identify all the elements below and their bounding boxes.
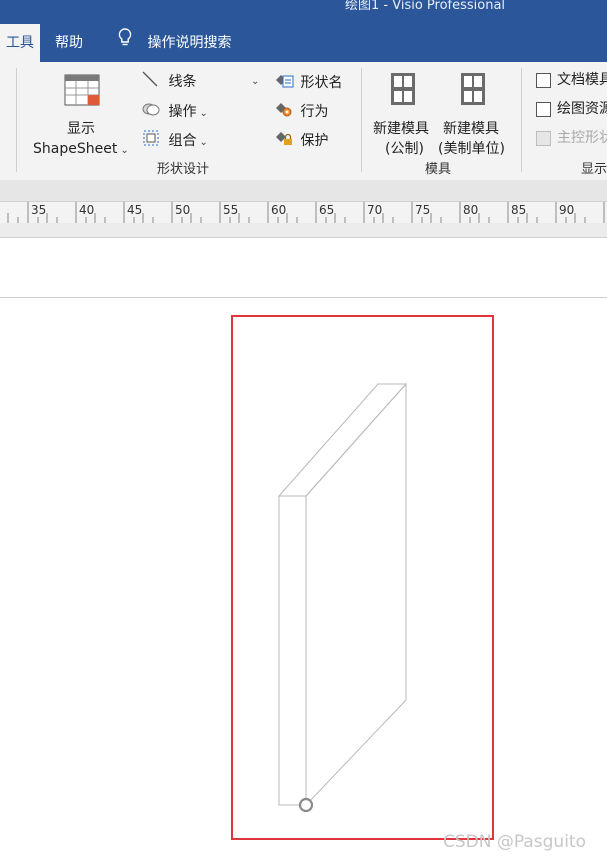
new-stencil-us-button[interactable]: 新建模具 (美制单位) [437, 70, 513, 157]
line-icon [142, 71, 160, 92]
group-icon [142, 129, 160, 152]
line-dropdown-chevron[interactable]: ⌄ [248, 71, 259, 91]
group-separator [16, 68, 17, 172]
shapesheet-label-2: ShapeSheet ⌄ [33, 141, 129, 157]
protection-lock-icon [274, 129, 294, 152]
master-shapes-label: 主控形状 [557, 130, 607, 146]
stencil-icon [390, 72, 416, 110]
master-shapes-checkbox[interactable] [536, 131, 551, 146]
group-label-show: 显示 [581, 162, 607, 177]
chevron-down-icon: ⌄ [199, 107, 208, 119]
group-label-stencil: 模具 [425, 162, 452, 177]
drawing-resources-checkbox[interactable] [536, 102, 551, 117]
doc-stencil-label: 文档模具 [557, 72, 607, 88]
window-title: 绘图1 - Visio Professional [345, 0, 506, 13]
ruler-label: 50 [175, 203, 191, 217]
ruler-label: 35 [31, 203, 47, 217]
tab-label: 帮助 [55, 35, 83, 51]
tab-tools[interactable]: 工具 [0, 24, 40, 62]
ruler-label: 90 [559, 203, 575, 217]
tab-help[interactable]: 帮助 [55, 24, 83, 62]
group-button[interactable]: 组合 ⌄ [142, 129, 208, 152]
shapesheet-label-1: 显示 [67, 121, 95, 137]
horizontal-ruler[interactable]: 35 40 45 50 55 60 65 70 75 80 85 90 [0, 201, 607, 224]
group-separator [521, 68, 522, 172]
tell-me-search[interactable]: 操作说明搜索 [117, 24, 231, 62]
group-separator [361, 68, 362, 172]
group-label-shape-design: 形状设计 [157, 162, 210, 177]
shapesheet-icon [64, 74, 100, 110]
line-button[interactable]: 线条 [142, 71, 196, 92]
canvas-top-margin [0, 223, 607, 238]
doc-stencil-checkbox[interactable] [536, 73, 551, 88]
drawing-resources-label: 绘图资源 [557, 101, 607, 117]
ruler-label: 70 [367, 203, 383, 217]
tab-label: 操作说明搜索 [147, 35, 232, 51]
ruler-label: 60 [271, 203, 287, 217]
ruler-label: 55 [223, 203, 239, 217]
ruler-label: 65 [319, 203, 335, 217]
chevron-down-icon: ⌄ [120, 145, 129, 156]
behavior-button[interactable]: 行为 [274, 100, 328, 123]
tab-label: 工具 [6, 35, 34, 51]
watermark-text: CSDN @Pasguito [443, 832, 586, 852]
ruler-label: 85 [511, 203, 527, 217]
new-stencil-metric-button[interactable]: 新建模具 (公制) [370, 70, 436, 157]
chevron-down-icon: ⌄ [251, 76, 260, 87]
ribbon: 显示 ShapeSheet ⌄ 线条 ⌄ 操作 ⌄ 组合 ⌄ 形状名 行为 保护… [0, 62, 607, 181]
shape-name-icon [274, 71, 294, 94]
lightbulb-icon [117, 24, 133, 62]
ruler-label: 45 [127, 203, 143, 217]
new-stencil-metric-line1: 新建模具 [373, 121, 429, 137]
ruler-label: 40 [79, 203, 95, 217]
new-stencil-us-line1: 新建模具 [443, 121, 499, 137]
drawing-canvas[interactable]: CSDN @Pasguito [0, 238, 607, 865]
horizontal-ruler-area: 35 40 45 50 55 60 65 70 75 80 85 90 [0, 180, 607, 224]
protection-button[interactable]: 保护 [274, 129, 328, 152]
title-bar: 绘图1 - Visio Professional 工具 帮助 操作说明搜索 [0, 0, 607, 62]
ruler-label: 75 [415, 203, 431, 217]
new-stencil-us-line2: (美制单位) [438, 141, 505, 157]
chevron-down-icon: ⌄ [199, 136, 208, 148]
ruler-label: 80 [463, 203, 479, 217]
highlight-rectangle [231, 315, 494, 840]
new-stencil-metric-line2: (公制) [385, 141, 424, 157]
operation-button[interactable]: 操作 ⌄ [142, 100, 208, 123]
shape-name-button[interactable]: 形状名 [274, 71, 342, 94]
operation-icon [142, 100, 160, 123]
show-shapesheet-button[interactable]: 显示 ShapeSheet ⌄ [30, 70, 134, 157]
stencil-icon [460, 72, 486, 110]
behavior-gear-icon [274, 100, 294, 123]
